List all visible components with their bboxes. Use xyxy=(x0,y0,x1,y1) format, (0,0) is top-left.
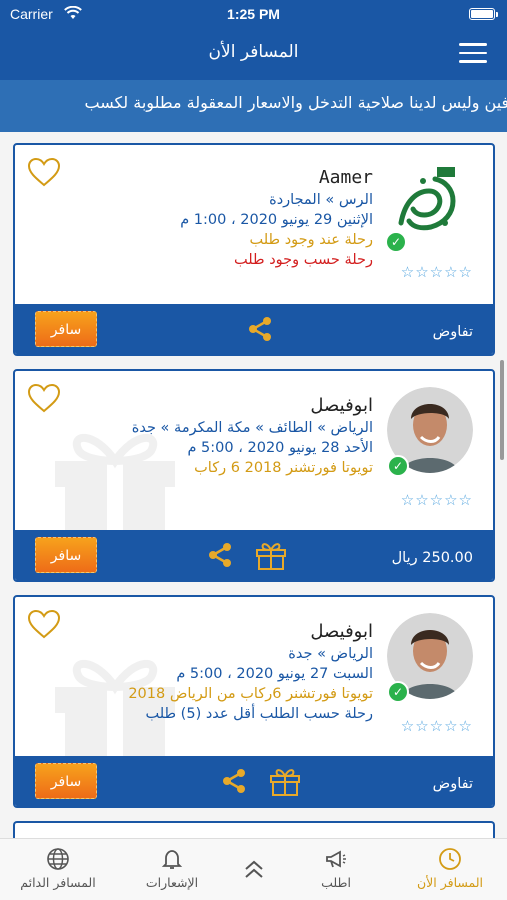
tab-label: المسافر الأن xyxy=(416,875,484,890)
card-action-bar: سافر تفاوض xyxy=(15,304,493,354)
travel-button[interactable]: سافر xyxy=(35,537,97,573)
share-icon[interactable] xyxy=(247,316,273,342)
scrollbar[interactable] xyxy=(500,360,504,460)
trip-date: السبت 27 يونيو 2020 ، 5:00 م xyxy=(176,666,373,682)
ticker-text: بين الطرفين وليس لدينا صلاحية التدخل وال… xyxy=(84,93,507,112)
tab-label: الإشعارات xyxy=(145,875,199,890)
price-label: 250.00 ريال xyxy=(391,550,473,566)
tab-label: المسافر الدائم xyxy=(20,875,96,890)
tab-permanent-traveler[interactable]: المسافر الدائم xyxy=(8,847,108,890)
page-title: المسافر الأن xyxy=(208,42,299,62)
verified-check-icon: ✓ xyxy=(387,681,409,703)
share-icon[interactable] xyxy=(221,768,247,794)
rating-stars: ☆☆☆☆☆ xyxy=(400,717,473,735)
traveler-name: ابوفيصل xyxy=(310,621,373,642)
price-label: تفاوض xyxy=(432,324,473,340)
announcement-ticker: بين الطرفين وليس لدينا صلاحية التدخل وال… xyxy=(0,80,507,132)
trip-route: الرياض » الطائف » مكة المكرمة » جدة xyxy=(131,420,373,436)
globe-icon xyxy=(47,848,69,870)
card-action-bar: سافر 250.00 ريال xyxy=(15,530,493,580)
trip-card[interactable]: ✓ ☆☆☆☆☆ ابوفيصل الرياض » الطائف » مكة ال… xyxy=(13,369,495,582)
price-label: تفاوض xyxy=(432,776,473,792)
tab-notifications[interactable]: الإشعارات xyxy=(122,847,222,890)
traveler-name: Aamer xyxy=(318,167,373,188)
card-action-bar: سافر تفاوض xyxy=(15,756,493,806)
travel-button[interactable]: سافر xyxy=(35,763,97,799)
trip-route: الرس » المجاردة xyxy=(269,192,373,208)
status-bar: Carrier 1:25 PM xyxy=(0,0,507,30)
verified-check-icon: ✓ xyxy=(385,231,407,253)
car-info: تويوتا فورتشنر 6ركاب من الرياض 2018 xyxy=(128,686,373,702)
tab-label: اطلب xyxy=(321,875,351,890)
trip-card[interactable]: ✓ ☆☆☆☆☆ Aamer الرس » المجاردة الإثنين 29… xyxy=(13,143,495,356)
trip-date: الإثنين 29 يونيو 2020 ، 1:00 م xyxy=(180,212,373,228)
share-icon[interactable] xyxy=(207,542,233,568)
traveler-name: ابوفيصل xyxy=(310,395,373,416)
trip-type: رحلة عند وجود طلب xyxy=(249,232,374,248)
rating-stars: ☆☆☆☆☆ xyxy=(400,491,473,509)
trip-note: رحلة حسب الطلب أقل عدد (5) طلب xyxy=(145,706,373,722)
bell-icon xyxy=(161,850,183,869)
tab-current-traveler[interactable]: المسافر الأن xyxy=(400,847,500,890)
gift-icon[interactable] xyxy=(255,540,287,570)
rating-stars: ☆☆☆☆☆ xyxy=(400,263,473,281)
double-chevron-up-icon xyxy=(245,860,263,878)
trip-route: الرياض » جدة xyxy=(288,646,373,662)
car-info: تويوتا فورتشنر 2018 6 ركاب xyxy=(194,460,373,476)
clock-icon xyxy=(439,848,461,870)
navigation-bar: المسافر الأن xyxy=(0,30,507,80)
trip-card[interactable]: ✓ ☆☆☆☆☆ ابوفيصل الرياض » جدة السبت 27 يو… xyxy=(13,595,495,808)
trip-note: رحلة حسب وجود طلب xyxy=(234,252,373,268)
hamburger-menu-icon[interactable] xyxy=(459,43,487,65)
verified-check-icon: ✓ xyxy=(387,455,409,477)
tab-bar: المسافر الأن اطلب الإشعارات المسافر الدا… xyxy=(0,838,507,900)
battery-icon xyxy=(469,8,498,20)
megaphone-icon xyxy=(326,850,346,868)
travel-button[interactable]: سافر xyxy=(35,311,97,347)
trip-date: الأحد 28 يونيو 2020 ، 5:00 م xyxy=(187,440,373,456)
clock-time: 1:25 PM xyxy=(227,6,280,22)
gift-icon[interactable] xyxy=(269,766,301,796)
